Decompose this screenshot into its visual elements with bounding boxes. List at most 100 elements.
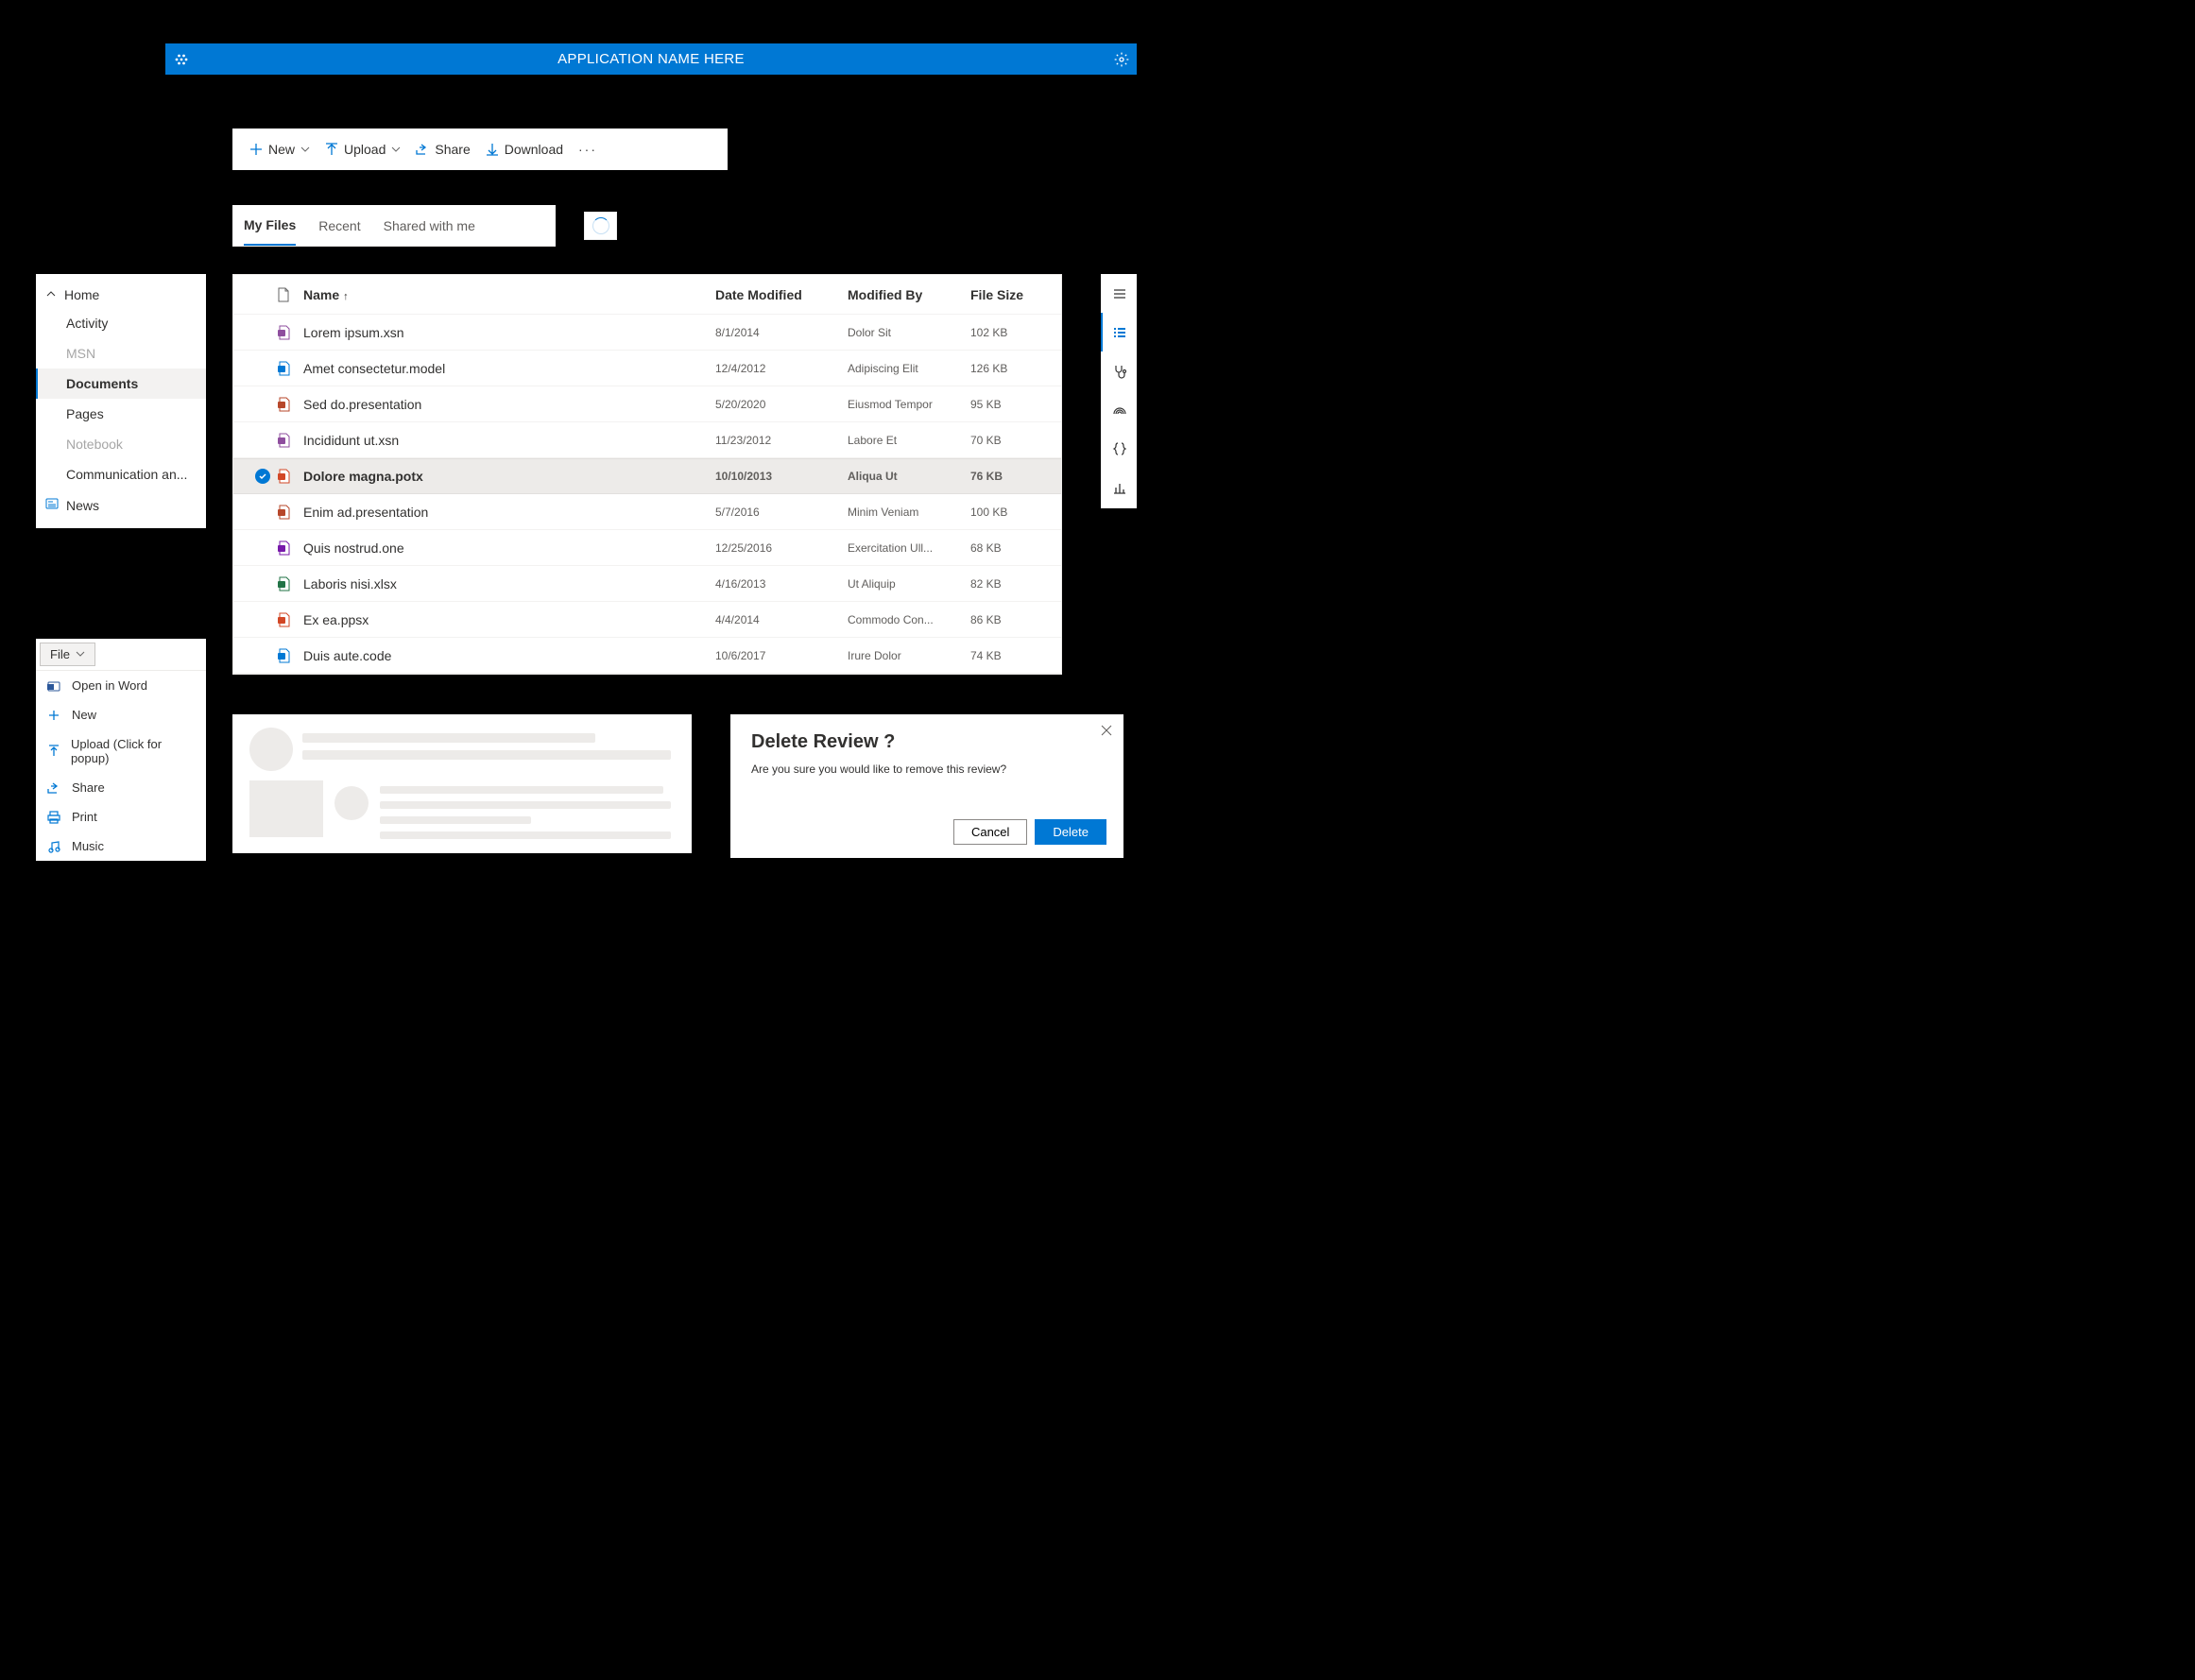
file-name: Amet consectetur.model	[303, 361, 715, 376]
nav-item-documents[interactable]: Documents	[36, 369, 206, 399]
file-type-header-icon[interactable]	[277, 287, 303, 302]
table-row[interactable]: Lorem ipsum.xsn8/1/2014Dolor Sit102 KB	[233, 315, 1061, 351]
file-date: 10/6/2017	[715, 649, 848, 662]
menu-item-upload-click-for-popup-[interactable]: Upload (Click for popup)	[36, 729, 206, 773]
file-type-icon	[277, 648, 303, 663]
braces-icon[interactable]	[1101, 429, 1137, 468]
file-date: 5/20/2020	[715, 398, 848, 411]
tab-shared-with-me[interactable]: Shared with me	[384, 205, 475, 246]
upload-button[interactable]: Upload	[317, 129, 408, 170]
menu-item-label: Music	[72, 839, 104, 853]
file-name: Enim ad.presentation	[303, 505, 715, 520]
table-row[interactable]: Duis aute.code10/6/2017Irure Dolor74 KB	[233, 638, 1061, 674]
file-date: 12/25/2016	[715, 541, 848, 555]
nav-item-communication-an-[interactable]: Communication an...	[36, 459, 206, 489]
app-header: APPLICATION NAME HERE	[165, 43, 1137, 75]
file-menu-button[interactable]: File	[40, 643, 95, 666]
menu-item-open-in-word[interactable]: Open in Word	[36, 671, 206, 700]
menu-item-share[interactable]: Share	[36, 773, 206, 802]
col-date[interactable]: Date Modified	[715, 287, 848, 302]
chevron-up-icon	[45, 287, 57, 302]
table-row[interactable]: Dolore magna.potx10/10/2013Aliqua Ut76 K…	[233, 458, 1061, 494]
table-row[interactable]: Laboris nisi.xlsx4/16/2013Ut Aliquip82 K…	[233, 566, 1061, 602]
file-name: Dolore magna.potx	[303, 469, 715, 484]
file-modified-by: Adipiscing Elit	[848, 362, 970, 375]
table-row[interactable]: Ex ea.ppsx4/4/2014Commodo Con...86 KB	[233, 602, 1061, 638]
file-date: 10/10/2013	[715, 470, 848, 483]
table-row[interactable]: Enim ad.presentation5/7/2016Minim Veniam…	[233, 494, 1061, 530]
file-date: 8/1/2014	[715, 326, 848, 339]
table-row[interactable]: Incididunt ut.xsn11/23/2012Labore Et70 K…	[233, 422, 1061, 458]
menu-item-label: Share	[72, 780, 105, 795]
file-size: 102 KB	[970, 326, 1046, 339]
col-name[interactable]: Name↑	[303, 287, 715, 302]
menu-item-label: Print	[72, 810, 97, 824]
view-list-icon[interactable]	[1101, 313, 1137, 351]
delete-button[interactable]: Delete	[1035, 819, 1106, 845]
settings-gear-icon[interactable]	[1106, 52, 1137, 67]
stethoscope-icon[interactable]	[1101, 351, 1137, 390]
file-type-icon	[277, 361, 303, 376]
file-modified-by: Aliqua Ut	[848, 470, 970, 483]
nav-news-label: News	[66, 498, 99, 513]
table-row[interactable]: Amet consectetur.model12/4/2012Adipiscin…	[233, 351, 1061, 386]
cancel-button[interactable]: Cancel	[953, 819, 1027, 845]
download-button[interactable]: Download	[478, 129, 571, 170]
file-size: 100 KB	[970, 506, 1046, 519]
nav-home[interactable]: Home	[36, 282, 206, 308]
delete-dialog: Delete Review ? Are you sure you would l…	[730, 714, 1123, 858]
file-name: Ex ea.ppsx	[303, 612, 715, 627]
nav-news[interactable]: News	[36, 489, 206, 521]
more-button[interactable]: ···	[571, 142, 605, 157]
sort-asc-icon: ↑	[343, 291, 349, 302]
file-name: Incididunt ut.xsn	[303, 433, 715, 448]
file-menu: File Open in WordNewUpload (Click for po…	[36, 639, 206, 861]
print-icon	[47, 811, 62, 824]
menu-item-print[interactable]: Print	[36, 802, 206, 831]
row-checkbox[interactable]	[249, 469, 277, 484]
new-button[interactable]: New	[242, 129, 317, 170]
dialog-title: Delete Review ?	[751, 731, 1103, 753]
file-type-icon	[277, 612, 303, 627]
file-size: 70 KB	[970, 434, 1046, 447]
new-label: New	[268, 142, 295, 157]
menu-item-new[interactable]: New	[36, 700, 206, 729]
file-type-icon	[277, 469, 303, 484]
file-name: Sed do.presentation	[303, 397, 715, 412]
file-name: Laboris nisi.xlsx	[303, 576, 715, 591]
file-date: 5/7/2016	[715, 506, 848, 519]
file-size: 126 KB	[970, 362, 1046, 375]
file-date: 12/4/2012	[715, 362, 848, 375]
menu-item-music[interactable]: Music	[36, 831, 206, 861]
nav-item-pages[interactable]: Pages	[36, 399, 206, 429]
waffle-icon[interactable]	[165, 52, 197, 67]
col-file-size[interactable]: File Size	[970, 287, 1046, 302]
file-type-icon	[277, 505, 303, 520]
file-size: 86 KB	[970, 613, 1046, 626]
file-type-icon	[277, 540, 303, 556]
command-bar: New Upload Share Download ···	[232, 129, 728, 170]
file-size: 95 KB	[970, 398, 1046, 411]
tab-recent[interactable]: Recent	[318, 205, 360, 246]
table-row[interactable]: Sed do.presentation5/20/2020Eiusmod Temp…	[233, 386, 1061, 422]
tab-my-files[interactable]: My Files	[244, 205, 296, 246]
dialog-body: Are you sure you would like to remove th…	[751, 763, 1103, 776]
nav-item-notebook: Notebook	[36, 429, 206, 459]
col-modified-by[interactable]: Modified By	[848, 287, 970, 302]
rainbow-icon[interactable]	[1101, 390, 1137, 429]
table-header: Name↑ Date Modified Modified By File Siz…	[233, 275, 1061, 315]
view-panel	[1101, 274, 1137, 508]
view-lines-icon[interactable]	[1101, 274, 1137, 313]
nav-item-activity[interactable]: Activity	[36, 308, 206, 338]
close-icon[interactable]	[1101, 724, 1112, 739]
file-modified-by: Exercitation Ull...	[848, 541, 970, 555]
file-date: 11/23/2012	[715, 434, 848, 447]
download-label: Download	[505, 142, 563, 157]
file-size: 68 KB	[970, 541, 1046, 555]
nav-home-label: Home	[64, 287, 99, 302]
nav-item-msn: MSN	[36, 338, 206, 369]
table-row[interactable]: Quis nostrud.one12/25/2016Exercitation U…	[233, 530, 1061, 566]
chart-icon[interactable]	[1101, 468, 1137, 506]
share-button[interactable]: Share	[408, 129, 477, 170]
file-modified-by: Irure Dolor	[848, 649, 970, 662]
